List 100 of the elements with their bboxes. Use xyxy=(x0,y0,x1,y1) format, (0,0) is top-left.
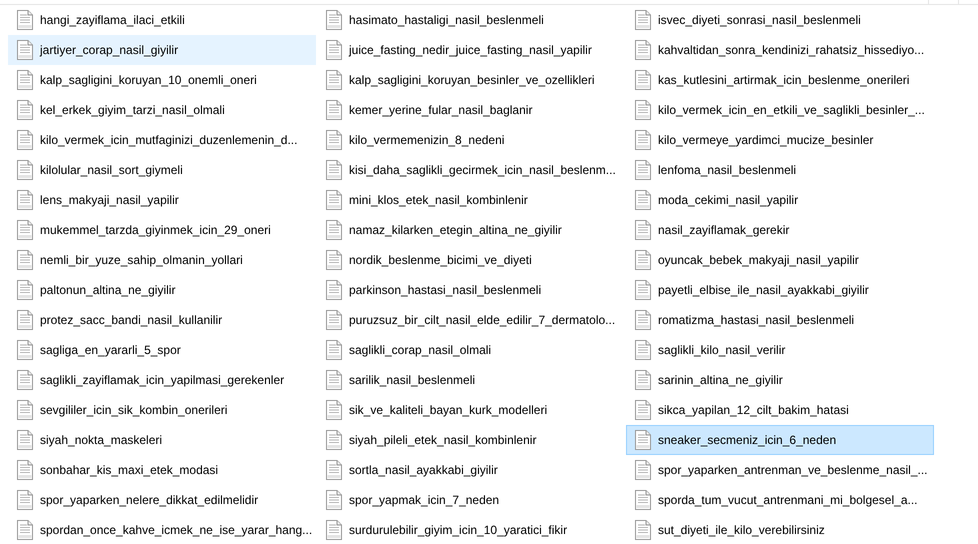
file-item[interactable]: spor_yaparken_nelere_dikkat_edilmelidir xyxy=(8,485,316,515)
file-item[interactable]: mini_klos_etek_nasil_kombinlenir xyxy=(317,185,625,215)
file-item[interactable]: lens_makyaji_nasil_yapilir xyxy=(8,185,316,215)
file-item[interactable]: sagliga_en_yararli_5_spor xyxy=(8,335,316,365)
file-item[interactable]: sonbahar_kis_maxi_etek_modasi xyxy=(8,455,316,485)
file-item[interactable]: sortla_nasil_ayakkabi_giyilir xyxy=(317,455,625,485)
file-item[interactable]: sarilik_nasil_beslenmeli xyxy=(317,365,625,395)
file-item[interactable]: payetli_elbise_ile_nasil_ayakkabi_giyilir xyxy=(626,275,934,305)
document-icon xyxy=(326,160,342,180)
file-item[interactable]: spordan_once_kahve_icmek_ne_ise_yarar_hang... xyxy=(8,515,316,544)
document-icon xyxy=(17,10,33,30)
document-icon xyxy=(17,160,33,180)
file-item[interactable]: moda_cekimi_nasil_yapilir xyxy=(626,185,934,215)
document-icon xyxy=(17,340,33,360)
document-icon xyxy=(635,160,651,180)
document-icon xyxy=(635,70,651,90)
document-icon xyxy=(635,490,651,510)
document-icon xyxy=(635,220,651,240)
file-item[interactable]: sevgililer_icin_sik_kombin_onerileri xyxy=(8,395,316,425)
file-item[interactable]: kemer_yerine_fular_nasil_baglanir xyxy=(317,95,625,125)
file-item[interactable]: kalp_sagligini_koruyan_10_onemli_oneri xyxy=(8,65,316,95)
document-icon xyxy=(17,400,33,420)
file-item[interactable]: kisi_daha_saglikli_gecirmek_icin_nasil_beslenm... xyxy=(317,155,625,185)
file-item[interactable]: nemli_bir_yuze_sahip_olmanin_yollari xyxy=(8,245,316,275)
file-item[interactable]: kilo_vermek_icin_mutfaginizi_duzenlemenin_d... xyxy=(8,125,316,155)
document-icon xyxy=(326,400,342,420)
document-icon xyxy=(326,70,342,90)
file-item[interactable]: mukemmel_tarzda_giyinmek_icin_29_oneri xyxy=(8,215,316,245)
document-icon xyxy=(635,10,651,30)
file-item[interactable]: siyah_pileli_etek_nasil_kombinlenir xyxy=(317,425,625,455)
document-icon xyxy=(635,40,651,60)
file-item[interactable]: surdurulebilir_giyim_icin_10_yaratici_fikir xyxy=(317,515,625,544)
document-icon xyxy=(17,430,33,450)
file-item[interactable]: nordik_beslenme_bicimi_ve_diyeti xyxy=(317,245,625,275)
file-item[interactable]: sikca_yapilan_12_cilt_bakim_hatasi xyxy=(626,395,934,425)
document-icon xyxy=(17,70,33,90)
document-icon xyxy=(17,190,33,210)
file-item[interactable]: romatizma_hastasi_nasil_beslenmeli xyxy=(626,305,934,335)
document-icon xyxy=(635,130,651,150)
document-icon xyxy=(17,310,33,330)
document-icon xyxy=(326,10,342,30)
file-item[interactable]: sneaker_secmeniz_icin_6_neden xyxy=(626,425,934,455)
document-icon xyxy=(326,460,342,480)
document-icon xyxy=(326,190,342,210)
document-icon xyxy=(326,280,342,300)
document-icon xyxy=(635,190,651,210)
file-item[interactable]: spor_yapmak_icin_7_neden xyxy=(317,485,625,515)
document-icon xyxy=(635,400,651,420)
file-item[interactable]: nasil_zayiflamak_gerekir xyxy=(626,215,934,245)
document-icon xyxy=(17,490,33,510)
file-item[interactable]: kilolular_nasil_sort_giymeli xyxy=(8,155,316,185)
file-item[interactable]: jartiyer_corap_nasil_giyilir xyxy=(8,35,316,65)
file-item[interactable]: parkinson_hastasi_nasil_beslenmeli xyxy=(317,275,625,305)
document-icon xyxy=(635,520,651,540)
document-icon xyxy=(17,370,33,390)
file-item[interactable]: saglikli_zayiflamak_icin_yapilmasi_gerekenler xyxy=(8,365,316,395)
document-icon xyxy=(326,520,342,540)
file-item[interactable]: kilo_vermek_icin_en_etkili_ve_saglikli_besinler_... xyxy=(626,95,934,125)
document-icon xyxy=(326,40,342,60)
file-item[interactable]: sporda_tum_vucut_antrenmani_mi_bolgesel_a... xyxy=(626,485,934,515)
file-item[interactable]: kalp_sagligini_koruyan_besinler_ve_ozellikleri xyxy=(317,65,625,95)
file-item[interactable]: hasimato_hastaligi_nasil_beslenmeli xyxy=(317,5,625,35)
document-icon xyxy=(17,460,33,480)
file-item[interactable]: namaz_kilarken_etegin_altina_ne_giyilir xyxy=(317,215,625,245)
document-icon xyxy=(326,250,342,270)
file-item[interactable]: sik_ve_kaliteli_bayan_kurk_modelleri xyxy=(317,395,625,425)
file-item[interactable]: spor_yaparken_antrenman_ve_beslenme_nasil_... xyxy=(626,455,934,485)
file-item[interactable]: sarinin_altina_ne_giyilir xyxy=(626,365,934,395)
file-item[interactable]: protez_sacc_bandi_nasil_kullanilir xyxy=(8,305,316,335)
file-item[interactable]: kahvaltidan_sonra_kendinizi_rahatsiz_hissediyo... xyxy=(626,35,934,65)
file-item[interactable]: isvec_diyeti_sonrasi_nasil_beslenmeli xyxy=(626,5,934,35)
document-icon xyxy=(326,430,342,450)
file-item[interactable]: hangi_zayiflama_ilaci_etkili xyxy=(8,5,316,35)
document-icon xyxy=(326,490,342,510)
document-icon xyxy=(326,340,342,360)
document-icon xyxy=(635,280,651,300)
document-icon xyxy=(17,520,33,540)
document-icon xyxy=(326,100,342,120)
file-item[interactable]: paltonun_altina_ne_giyilir xyxy=(8,275,316,305)
document-icon xyxy=(635,460,651,480)
document-icon xyxy=(326,130,342,150)
document-icon xyxy=(17,40,33,60)
file-item[interactable]: saglikli_kilo_nasil_verilir xyxy=(626,335,934,365)
file-item[interactable]: lenfoma_nasil_beslenmeli xyxy=(626,155,934,185)
document-icon xyxy=(326,310,342,330)
file-item[interactable]: kilo_vermemenizin_8_nedeni xyxy=(317,125,625,155)
file-item[interactable]: oyuncak_bebek_makyaji_nasil_yapilir xyxy=(626,245,934,275)
file-item[interactable]: kilo_vermeye_yardimci_mucize_besinler xyxy=(626,125,934,155)
document-icon xyxy=(326,220,342,240)
document-icon xyxy=(635,340,651,360)
file-item[interactable]: sut_diyeti_ile_kilo_verebilirsiniz xyxy=(626,515,934,544)
document-icon xyxy=(635,430,651,450)
document-icon xyxy=(17,250,33,270)
file-item[interactable]: puruzsuz_bir_cilt_nasil_elde_edilir_7_dermatolo... xyxy=(317,305,625,335)
file-item[interactable]: kas_kutlesini_artirmak_icin_beslenme_onerileri xyxy=(626,65,934,95)
document-icon xyxy=(635,310,651,330)
file-item[interactable]: juice_fasting_nedir_juice_fasting_nasil_yapilir xyxy=(317,35,625,65)
file-item[interactable]: saglikli_corap_nasil_olmali xyxy=(317,335,625,365)
file-item[interactable]: kel_erkek_giyim_tarzi_nasil_olmali xyxy=(8,95,316,125)
file-item[interactable]: siyah_nokta_maskeleri xyxy=(8,425,316,455)
